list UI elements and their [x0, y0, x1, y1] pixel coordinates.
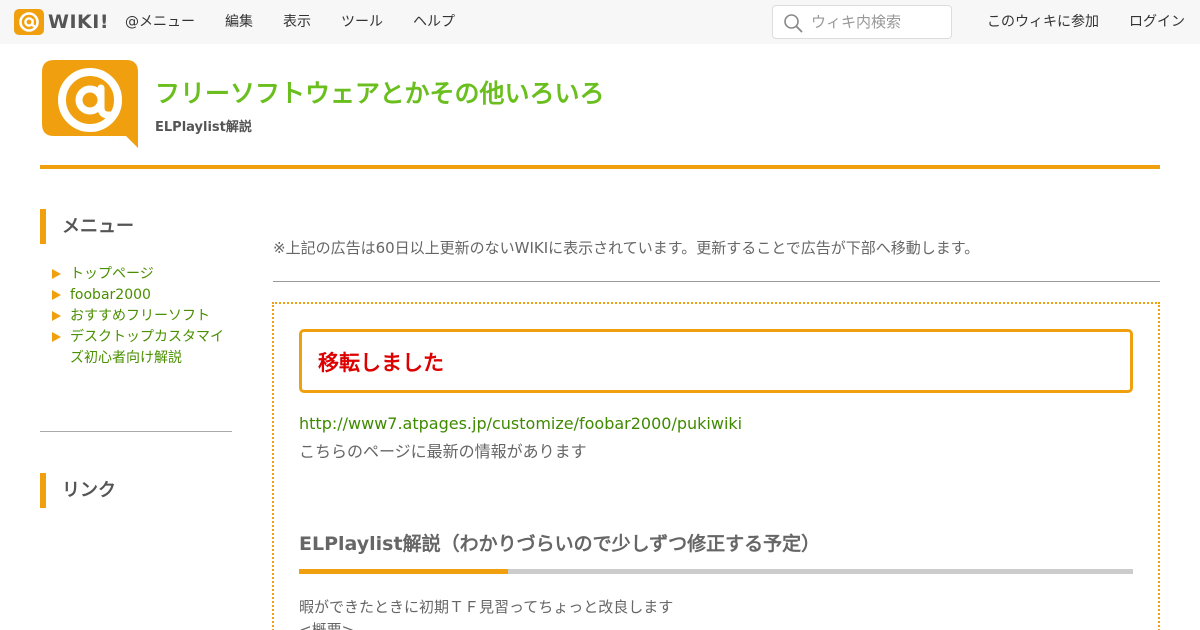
- join-wiki-link[interactable]: このウィキに参加: [987, 12, 1099, 32]
- list-item: おすすめフリーソフト: [52, 306, 237, 327]
- section-underline: [299, 569, 1133, 574]
- sidebar-link-heading: リンク: [40, 473, 232, 508]
- sidebar-menu-heading: メニュー: [40, 209, 232, 244]
- sidebar-item-recommended-freeware[interactable]: おすすめフリーソフト: [70, 308, 210, 324]
- triangle-bullet-icon: [52, 269, 61, 279]
- nav-at-menu[interactable]: @メニュー: [125, 12, 195, 32]
- triangle-bullet-icon: [52, 332, 61, 342]
- list-item: デスクトップカスタマイズ初心者向け解説: [52, 327, 237, 369]
- page-name: ELPlaylist解説: [155, 120, 252, 135]
- wiki-search-box: [772, 5, 952, 39]
- list-item: トップページ: [52, 264, 237, 285]
- nav-help[interactable]: ヘルプ: [413, 12, 455, 32]
- moved-url-link[interactable]: http://www7.atpages.jp/customize/foobar2…: [299, 414, 742, 433]
- wiki-search-input[interactable]: [811, 10, 947, 34]
- sidebar-item-top-page[interactable]: トップページ: [70, 266, 154, 282]
- search-icon[interactable]: [783, 13, 803, 33]
- top-navigation-bar: WIKI! @メニュー 編集 表示 ツール ヘルプ このウィキに参加 ログイン: [0, 0, 1200, 44]
- triangle-bullet-icon: [52, 290, 61, 300]
- sidebar-item-foobar2000[interactable]: foobar2000: [70, 287, 151, 303]
- nav-edit[interactable]: 編集: [225, 12, 253, 32]
- section-underline-accent: [299, 569, 508, 574]
- login-link[interactable]: ログイン: [1129, 12, 1185, 32]
- moved-notice-box: 移転しました: [299, 329, 1133, 393]
- triangle-bullet-icon: [52, 311, 61, 321]
- sidebar-item-desktop-customize-guide[interactable]: デスクトップカスタマイズ初心者向け解説: [70, 329, 224, 366]
- body-text-line: <概要>: [299, 621, 355, 630]
- at-mark-logo-icon: [14, 9, 44, 35]
- site-title[interactable]: フリーソフトウェアとかその他いろいろ: [155, 74, 605, 110]
- main-divider: [273, 281, 1160, 282]
- brand-wordmark: WIKI!: [48, 11, 109, 33]
- sidebar-divider: [40, 431, 232, 432]
- body-text-line: 暇ができたときに初期ＴＦ見習ってちょっと改良します: [299, 598, 674, 616]
- section-heading: ELPlaylist解説（わかりづらいので少しずつ修正する予定）: [299, 533, 821, 555]
- ad-notice: ※上記の広告は60日以上更新のないWIKIに表示されています。更新することで広告…: [273, 239, 980, 257]
- atwiki-brand-logo[interactable]: WIKI!: [14, 9, 109, 35]
- moved-heading: 移転しました: [318, 351, 444, 375]
- list-item: foobar2000: [52, 285, 237, 306]
- moved-note: こちらのページに最新の情報があります: [299, 442, 587, 461]
- header-divider: [40, 165, 1160, 169]
- nav-view[interactable]: 表示: [283, 12, 311, 32]
- sidebar-menu-list: トップページ foobar2000 おすすめフリーソフト デスクトップカスタマイ…: [52, 264, 237, 369]
- nav-tools[interactable]: ツール: [341, 12, 383, 32]
- at-mark-speech-bubble-icon[interactable]: [40, 60, 140, 150]
